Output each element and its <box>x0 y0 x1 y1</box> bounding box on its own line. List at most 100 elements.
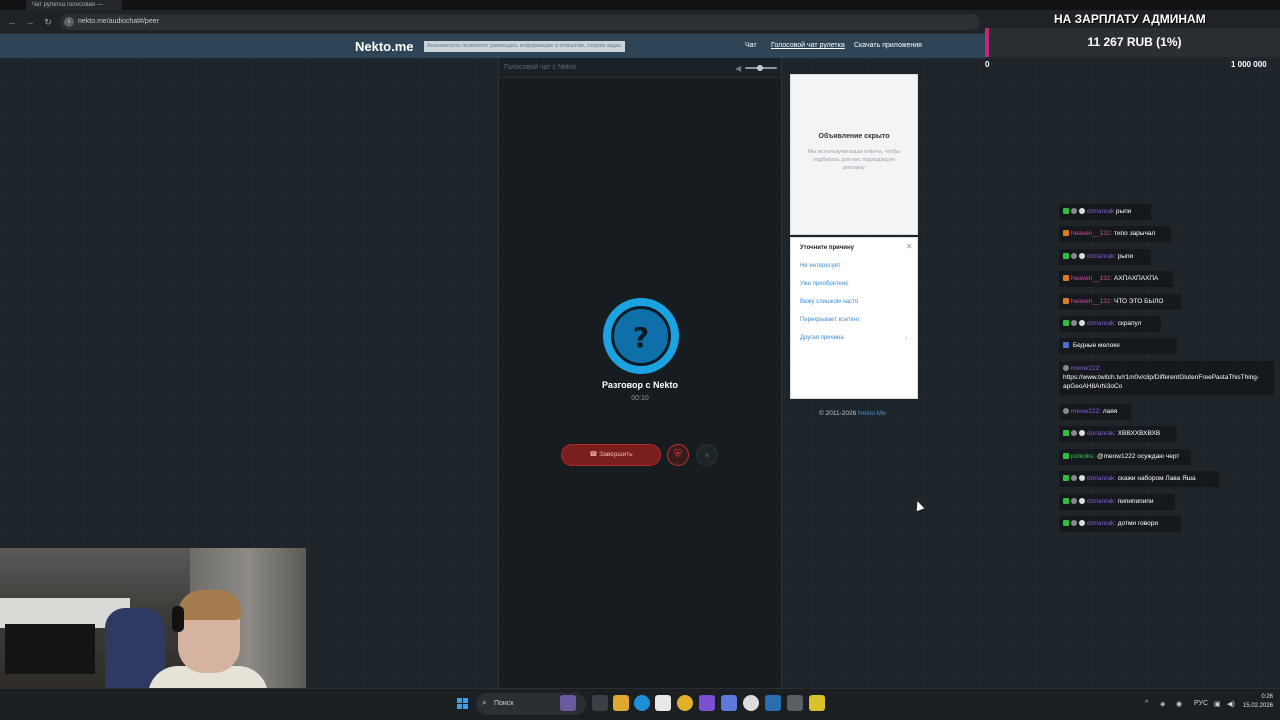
reason-item-not-interested[interactable]: Не интересует <box>800 263 841 269</box>
chat-message: dorianrak: дотми говори <box>1059 516 1181 532</box>
mute-button[interactable]: ● <box>696 444 718 466</box>
chat-badge-icon <box>1063 275 1069 282</box>
terminal-icon[interactable] <box>787 695 803 711</box>
edge-icon[interactable] <box>634 695 650 711</box>
chat-text: рыпи <box>1115 208 1132 215</box>
chat-username: dorianrak: <box>1087 475 1116 482</box>
url-text: nekto.me/audiochat#/peer <box>78 18 159 25</box>
chat-username: dorianrak <box>1087 208 1115 215</box>
chat-username: heaven__132: <box>1071 230 1113 237</box>
site-info-icon[interactable]: i <box>64 17 74 27</box>
footer-link[interactable]: Nekto.Me <box>858 410 886 417</box>
site-logo[interactable]: Nekto.me <box>355 39 414 54</box>
taskbar-clock[interactable]: 0:26 15.02.2026 <box>1241 693 1273 711</box>
call-panel-header: Голосовой чат с Nekto ◀ <box>499 58 781 78</box>
back-icon[interactable]: ← <box>6 16 18 28</box>
chat-username: dorianrak: <box>1087 320 1116 327</box>
steam-icon[interactable] <box>765 695 781 711</box>
discord-icon[interactable] <box>721 695 737 711</box>
chat-badge-icon <box>1079 320 1085 327</box>
chat-message: dorianrak: рыпи <box>1059 249 1151 265</box>
app-icon[interactable] <box>809 695 825 711</box>
clock-date: 15.02.2026 <box>1242 703 1273 709</box>
chat-badge-icon <box>1079 253 1085 260</box>
donation-min: 0 <box>985 60 990 69</box>
footer-copyright: © 2011-2026 Nekto.Me <box>819 410 886 417</box>
close-icon[interactable]: ✕ <box>906 242 913 251</box>
chat-username: dorianrak: <box>1087 498 1116 505</box>
reason-title: Уточните причину <box>800 245 854 251</box>
chat-username: meow222: <box>1071 365 1101 372</box>
windows-start-icon[interactable] <box>457 698 469 710</box>
reason-item-already-bought[interactable]: Уже приобретено <box>800 281 848 287</box>
ad-hidden-box: Объявление скрыто Мы используем ваши отв… <box>790 74 918 235</box>
chrome-icon[interactable] <box>677 695 693 711</box>
tray-mic-icon[interactable]: ◉ <box>1176 700 1182 708</box>
chat-message: dorianrak: пипипипипи <box>1059 494 1175 510</box>
peer-avatar-inner: ? <box>611 306 671 366</box>
reason-item-too-often[interactable]: Вижу слишком часто <box>800 299 858 305</box>
peer-avatar: ? <box>603 298 679 374</box>
chat-badge-icon <box>1071 430 1077 437</box>
site-header: Nekto.me Анонимность позволяет размещать… <box>0 34 985 58</box>
chat-badge-icon <box>1063 430 1069 437</box>
tray-lang[interactable]: РУС <box>1194 700 1208 707</box>
chat-text: АХПАХПАХПА <box>1114 275 1159 282</box>
end-call-button[interactable]: ☎ Завершить <box>561 444 661 466</box>
chat-username: poleoks: <box>1071 453 1096 460</box>
call-timer: 00:10 <box>631 395 649 402</box>
call-panel-title: Голосовой чат с Nekto <box>504 64 577 71</box>
volume-slider-knob[interactable] <box>757 65 763 71</box>
tray-chevron-icon[interactable]: ^ <box>1145 700 1148 707</box>
chat-badge-icon <box>1063 453 1069 460</box>
report-button[interactable]: ⛨ <box>667 444 689 466</box>
browser-tab[interactable]: Чат рулетка голосовая — <box>26 0 122 10</box>
reason-item-covers-content[interactable]: Перекрывает контент <box>800 317 860 323</box>
widgets-icon[interactable] <box>560 695 576 711</box>
header-notice: Анонимность позволяет размещать информац… <box>424 41 625 52</box>
nav-download-apps[interactable]: Скачать приложения <box>854 42 922 49</box>
chat-badge-icon <box>1079 208 1085 215</box>
nav-voice-roulette[interactable]: Голосовой чат рулетка <box>771 42 845 49</box>
microphone-icon: ● <box>704 450 710 460</box>
chat-text: скажи набором Лава Яша <box>1117 475 1196 482</box>
reason-item-other[interactable]: Другая причина <box>800 335 844 341</box>
twitch-icon[interactable] <box>699 695 715 711</box>
address-bar[interactable]: i nekto.me/audiochat#/peer <box>60 14 980 30</box>
chat-badge-icon <box>1079 520 1085 527</box>
reload-icon[interactable]: ↻ <box>42 16 54 28</box>
tray-display-icon[interactable]: ▣ <box>1214 700 1221 708</box>
obs-icon[interactable] <box>743 695 759 711</box>
call-peer-name: Разговор с Nekto <box>601 380 679 390</box>
chat-text: дотми говори <box>1117 520 1158 527</box>
chat-message: heaven__132: ЧТО ЭТО БЫЛО <box>1059 294 1181 310</box>
chat-text: типо зарычал <box>1114 230 1156 237</box>
donation-amount: 11 267 RUB (1%) <box>1087 35 1182 49</box>
volume-slider[interactable] <box>745 65 777 71</box>
chat-badge-icon <box>1063 253 1069 260</box>
taskbar-search-label: Поиск <box>494 700 514 707</box>
chat-text[interactable]: https://www.twitch.tv/r1m0v/clip/Differe… <box>1063 374 1259 390</box>
chat-text: ХВВХХВХВХВ <box>1117 430 1161 437</box>
chat-badge-icon <box>1063 475 1069 482</box>
question-mark-icon: ? <box>632 321 650 354</box>
file-explorer-icon[interactable] <box>613 695 629 711</box>
tray-volume-icon[interactable]: ◀) <box>1227 700 1235 708</box>
forward-icon[interactable]: → <box>24 16 36 28</box>
volume-icon[interactable]: ◀ <box>735 64 741 73</box>
chat-text: @meow1222 осуждаю черт <box>1097 453 1180 460</box>
chat-badge-icon <box>1079 498 1085 505</box>
chat-username: dorianrak: <box>1087 520 1116 527</box>
chat-badge-icon <box>1079 475 1085 482</box>
phone-hangup-icon: ☎ <box>589 451 598 458</box>
nav-chat[interactable]: Чат <box>745 42 757 49</box>
task-view-icon[interactable] <box>592 695 608 711</box>
tray-network-icon[interactable]: ◈ <box>1160 700 1165 708</box>
webcam-headset <box>172 606 184 632</box>
ad-hidden-title: Объявление скрыто <box>818 133 890 140</box>
chat-username: heaven__132: <box>1071 275 1113 282</box>
store-icon[interactable] <box>655 695 671 711</box>
end-call-label: Завершить <box>599 451 633 458</box>
chat-text: Бедные мелоке <box>1072 342 1120 349</box>
chat-badge-icon <box>1071 320 1077 327</box>
